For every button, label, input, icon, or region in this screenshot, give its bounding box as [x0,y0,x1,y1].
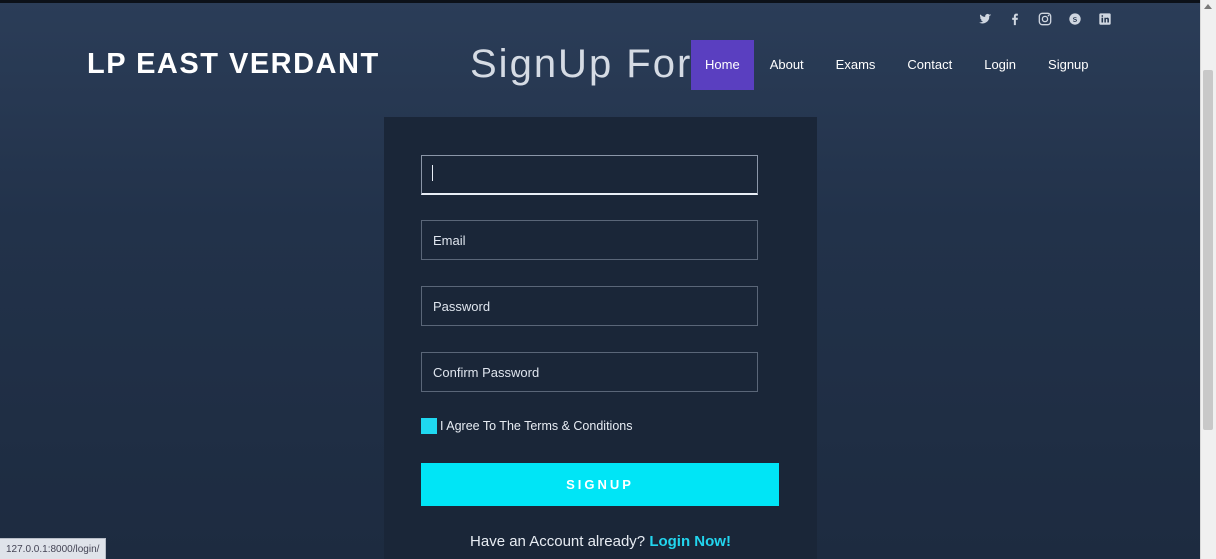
nav-exams[interactable]: Exams [820,40,892,90]
signup-form-card: I Agree To The Terms & Conditions SIGNUP… [384,117,817,559]
linkedin-icon[interactable] [1098,12,1112,26]
terms-label: I Agree To The Terms & Conditions [440,419,633,433]
confirm-password-field[interactable] [421,352,758,392]
text-cursor [432,165,433,181]
nav-about[interactable]: About [754,40,820,90]
window-top-border [0,0,1216,3]
terms-checkbox[interactable] [421,418,437,434]
nav-signup[interactable]: Signup [1032,40,1104,90]
main-nav: Home About Exams Contact Login Signup [691,40,1105,90]
email-field[interactable] [421,220,758,260]
social-links [978,12,1112,26]
instagram-icon[interactable] [1038,12,1052,26]
twitter-icon[interactable] [978,12,992,26]
nav-home[interactable]: Home [691,40,754,90]
nav-login[interactable]: Login [968,40,1032,90]
username-field[interactable] [421,155,758,195]
scrollbar-thumb[interactable] [1203,70,1213,430]
facebook-icon[interactable] [1008,12,1022,26]
page-title: SignUp Form [470,42,692,86]
login-prompt: Have an Account already? Login Now! [384,533,817,550]
login-now-link[interactable]: Login Now! [649,533,731,550]
login-prompt-text: Have an Account already? [470,533,646,550]
signup-button[interactable]: SIGNUP [421,463,779,506]
nav-contact[interactable]: Contact [891,40,968,90]
scroll-up-arrow-icon[interactable] [1204,4,1212,9]
password-field[interactable] [421,286,758,326]
skype-icon[interactable] [1068,12,1082,26]
brand-logo[interactable]: LP EAST VERDANT [87,48,380,81]
terms-agreement: I Agree To The Terms & Conditions [421,418,632,434]
page-scrollbar[interactable] [1200,0,1216,559]
browser-status-url: 127.0.0.1:8000/login/ [0,538,107,559]
